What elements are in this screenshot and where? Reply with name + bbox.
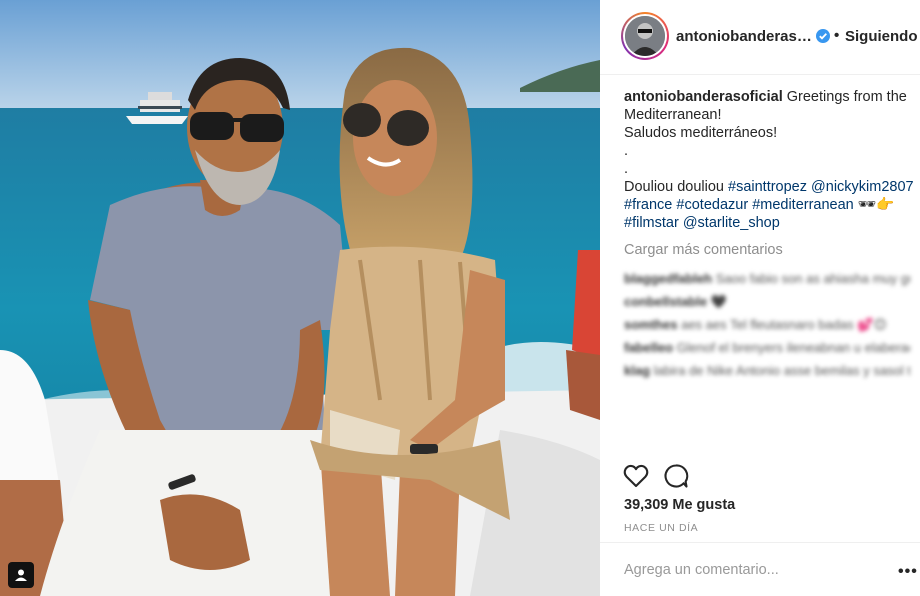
mention-link[interactable]: @starlite_shop	[683, 215, 780, 231]
blurred-comments: blaggedfableh Saoo fabio son as ahiasha …	[624, 267, 910, 382]
post-timestamp[interactable]: HACE UN DÍA	[624, 522, 698, 534]
avatar[interactable]	[621, 12, 669, 60]
verified-badge-icon	[816, 29, 830, 43]
hashtag-link[interactable]: #sainttropez	[728, 179, 807, 195]
mention-link[interactable]: @nickykim2807	[811, 179, 914, 195]
comment-row: somthes aes aes Tel fleutasnaro badas 💕😊	[624, 317, 887, 332]
post-side-panel: antoniobanderasoficial • Siguiendo anton…	[600, 0, 920, 596]
post-header: antoniobanderasoficial • Siguiendo	[600, 0, 920, 75]
comment-row: blaggedfableh Saoo fabio son as ahiasha …	[624, 271, 910, 286]
hashtag-link[interactable]: #cotedazur	[676, 197, 748, 213]
header-username[interactable]: antoniobanderasoficial	[676, 28, 812, 45]
speech-bubble-icon[interactable]	[663, 463, 689, 489]
user-tag-icon[interactable]	[8, 562, 34, 588]
comments-section: antoniobanderasoficial Greetings from th…	[624, 88, 914, 382]
caption-emoji: 🕶👉	[857, 197, 895, 213]
comment-row: klag labira de Nike Antonio asse bemilas…	[624, 363, 910, 378]
caption-dot-1: .	[624, 143, 629, 159]
caption-username[interactable]: antoniobanderasoficial	[624, 89, 783, 105]
comment-input[interactable]	[624, 557, 884, 583]
follow-button[interactable]: Siguiendo	[845, 28, 918, 45]
caption-line2: Saludos mediterráneos!	[624, 125, 778, 141]
comment-row: fabelleo Glenof el brenyers ileneabnan u…	[624, 340, 910, 355]
comment-row: conbellstable 🖤	[624, 294, 727, 309]
caption-dot-2: .	[624, 161, 629, 177]
post-photo[interactable]	[0, 0, 600, 596]
photo-image	[0, 0, 600, 596]
header-separator: •	[834, 27, 840, 44]
caption: antoniobanderasoficial Greetings from th…	[624, 88, 914, 232]
more-options-icon[interactable]: •••	[898, 563, 918, 581]
load-more-comments-button[interactable]: Cargar más comentarios	[624, 241, 914, 259]
hashtag-link[interactable]: #france	[624, 197, 672, 213]
caption-line3: Douliou douliou	[624, 179, 728, 195]
hashtag-link[interactable]: #mediterranean	[752, 197, 854, 213]
add-comment-section: •••	[600, 542, 920, 596]
likes-count[interactable]: 39,309 Me gusta	[624, 497, 735, 513]
heart-icon[interactable]	[623, 463, 649, 489]
hashtag-link[interactable]: #filmstar	[624, 215, 679, 231]
